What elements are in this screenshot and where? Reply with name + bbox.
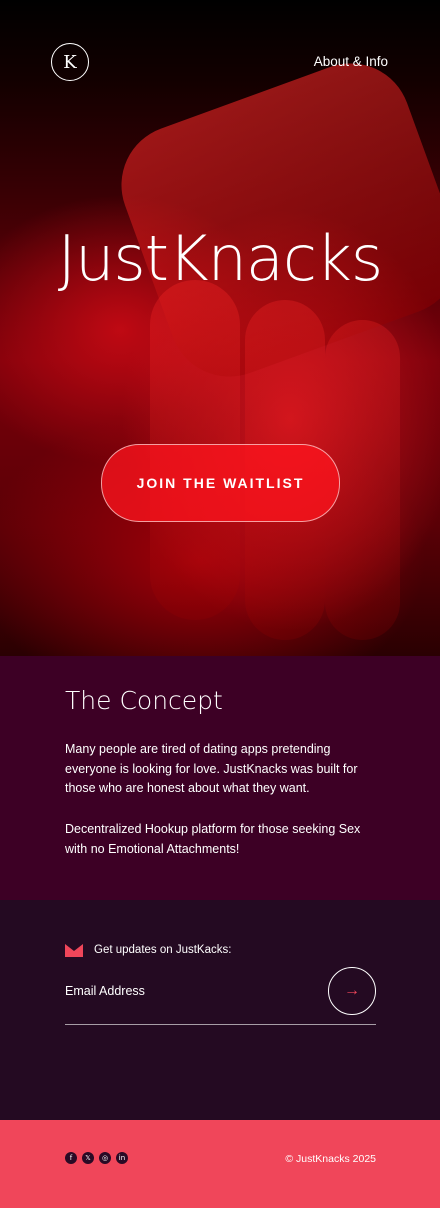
concept-paragraph-1: Many people are tired of dating apps pre… <box>65 742 358 795</box>
email-field-underline <box>65 1024 376 1025</box>
facebook-icon[interactable]: f <box>65 1152 77 1164</box>
email-field[interactable]: Email Address <box>65 984 145 998</box>
x-icon[interactable]: 𝕏 <box>82 1152 94 1164</box>
concept-section: The Concept Many people are tired of dat… <box>0 656 440 900</box>
copyright-text: © JustKnacks 2025 <box>285 1153 376 1165</box>
footer: f 𝕏 ◎ in © JustKnacks 2025 <box>0 1120 440 1208</box>
hero-section: K About & Info JustKnacks JOIN THE WAITL… <box>0 0 440 656</box>
logo-icon[interactable]: K <box>51 43 89 81</box>
join-waitlist-button[interactable]: JOIN THE WAITLIST <box>101 444 340 522</box>
social-links: f 𝕏 ◎ in <box>65 1152 128 1164</box>
concept-title: The Concept <box>65 686 223 715</box>
signup-label: Get updates on JustKacks: <box>94 944 232 956</box>
nav-about-info-link[interactable]: About & Info <box>314 54 388 69</box>
submit-button[interactable]: → <box>328 967 376 1015</box>
concept-paragraph-2: Decentralized Hookup platform for those … <box>65 822 361 856</box>
instagram-icon[interactable]: ◎ <box>99 1152 111 1164</box>
brand-wordmark: JustKnacks <box>57 222 383 295</box>
linkedin-icon[interactable]: in <box>116 1152 128 1164</box>
logo-glyph: K <box>63 51 77 73</box>
arrow-right-icon: → <box>344 982 360 999</box>
signup-section: Get updates on JustKacks: Email Address … <box>0 900 440 1120</box>
mail-icon <box>65 944 83 957</box>
